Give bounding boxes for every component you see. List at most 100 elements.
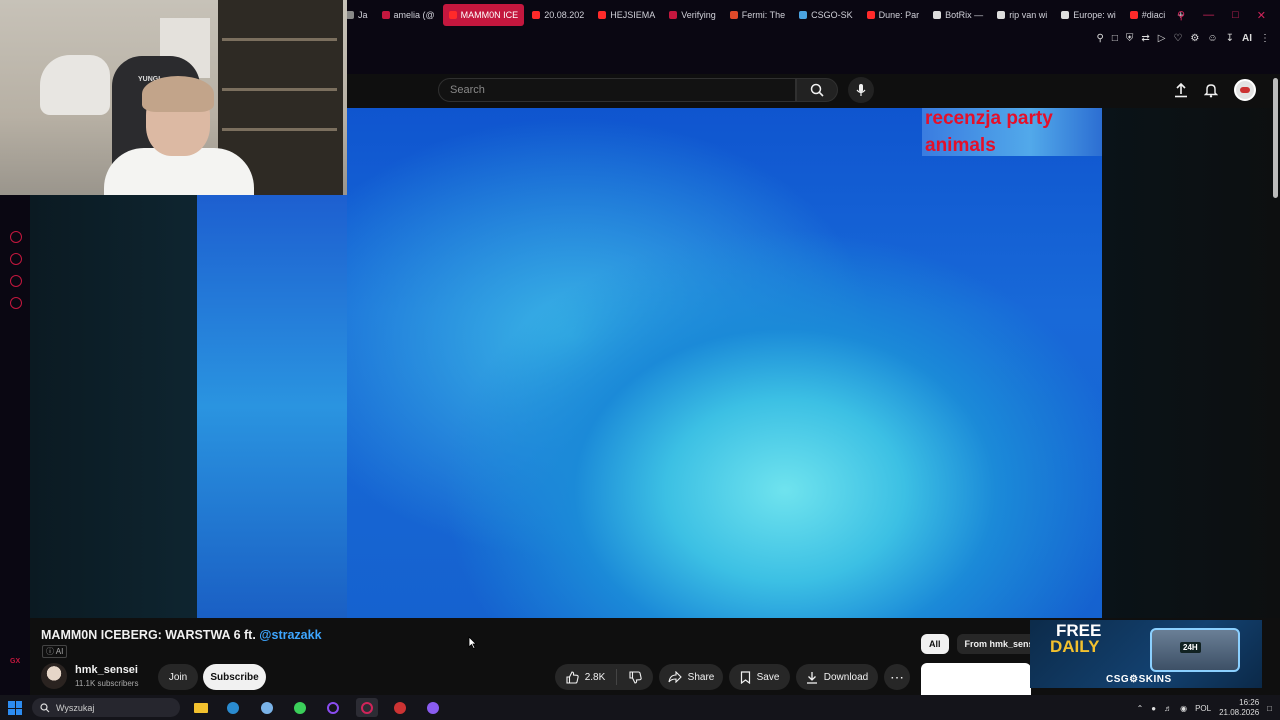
search-placeholder: Search — [450, 84, 485, 96]
volume-icon[interactable]: ♬ — [1164, 704, 1172, 713]
browser-tab[interactable]: BotRix — — [927, 4, 989, 26]
webcam-person-hair — [142, 76, 214, 112]
sidebar-clock-icon[interactable] — [10, 253, 22, 265]
system-tray: ⌃ ● ♬ ◉ POL 16:26 21.08.2026 □ — [1137, 698, 1272, 718]
sidebar-history-icon[interactable] — [10, 231, 22, 243]
browser-tab[interactable]: CSGO-SK — [793, 4, 859, 26]
bell-icon[interactable] — [1204, 82, 1218, 98]
app-violet-icon[interactable] — [422, 698, 444, 717]
tab-label: Ja — [358, 10, 368, 20]
heart-icon[interactable]: ♡ — [1173, 33, 1182, 44]
tray-chevron-icon[interactable]: ⌃ — [1137, 704, 1144, 713]
page-scrollbar[interactable] — [1273, 78, 1278, 198]
tab-favicon-icon — [729, 11, 738, 19]
recommended-thumbnail[interactable] — [921, 663, 1031, 695]
webcam-overlay: YUNGI — [0, 0, 347, 195]
share-button[interactable]: Share — [659, 664, 723, 690]
tab-label: Dune: Par — [878, 10, 920, 20]
account-avatar[interactable] — [1234, 79, 1256, 101]
download-icon — [806, 671, 817, 684]
browser-tab[interactable]: #diaci — [1124, 4, 1172, 26]
snapshot-icon[interactable]: □ — [1112, 33, 1118, 44]
ai-button[interactable]: AI — [1242, 33, 1252, 44]
taskbar-search[interactable]: Wyszukaj — [32, 698, 180, 717]
tab-favicon-icon — [346, 11, 354, 19]
browser-tab[interactable]: MAMM0N ICE — [442, 4, 525, 26]
overlay-line-1: recenzja party — [925, 108, 1053, 129]
windows-start-icon[interactable] — [8, 701, 22, 715]
shelf-board — [222, 128, 337, 131]
tab-label: rip van wi — [1009, 10, 1048, 20]
video-player[interactable] — [347, 108, 1102, 618]
profile-icon[interactable]: ☺ — [1207, 33, 1217, 44]
extensions-icon[interactable]: ⚙ — [1190, 33, 1199, 44]
menu-icon[interactable]: ⋮ — [1260, 33, 1270, 44]
search-button[interactable] — [796, 78, 838, 102]
join-button[interactable]: Join — [158, 664, 198, 690]
sidebar-messenger-icon[interactable] — [10, 275, 22, 287]
microphone-tray-icon[interactable]: ● — [1151, 704, 1156, 713]
download-icon[interactable]: ↧ — [1226, 33, 1234, 44]
shield-icon[interactable]: ⛨ — [1126, 33, 1134, 44]
more-actions-button[interactable]: ⋯ — [884, 664, 910, 690]
subscribe-button[interactable]: Subscribe — [203, 664, 266, 690]
tab-favicon-icon — [381, 11, 390, 19]
xbox-icon[interactable] — [289, 698, 311, 717]
clock[interactable]: 16:26 21.08.2026 — [1219, 698, 1259, 718]
channel-avatar[interactable] — [41, 663, 67, 689]
download-label: Download — [823, 671, 869, 683]
dislike-button[interactable] — [617, 670, 653, 684]
chip-all[interactable]: All — [921, 634, 949, 654]
steam-icon[interactable] — [222, 698, 244, 717]
browser-tab[interactable]: Verifying — [663, 4, 722, 26]
tab-favicon-icon — [669, 11, 678, 19]
notifications-icon[interactable]: □ — [1267, 704, 1272, 713]
channel-name[interactable]: hmk_sensei — [75, 664, 138, 676]
language-indicator[interactable]: POL — [1195, 704, 1211, 713]
mention-link[interactable]: @strazakk — [259, 628, 321, 642]
webcam-jacket — [40, 55, 110, 115]
translate-icon[interactable]: ⇄ — [1141, 33, 1149, 44]
close-icon[interactable]: ✕ — [1257, 9, 1266, 22]
tab-favicon-icon — [799, 11, 808, 19]
browser-tab[interactable]: Dune: Par — [861, 4, 926, 26]
app-purple-icon[interactable] — [322, 698, 344, 717]
browser-tab[interactable]: amelia (@ — [376, 4, 441, 26]
sidebar-settings-icon[interactable] — [10, 297, 22, 309]
bookmark-icon — [740, 670, 750, 684]
opera-gx-icon[interactable] — [356, 698, 378, 717]
browser-tab[interactable]: rip van wi — [991, 4, 1053, 26]
like-button[interactable]: 2.8K — [555, 669, 617, 685]
chip-all-label: All — [929, 639, 941, 649]
network-icon[interactable]: ◉ — [1180, 704, 1187, 713]
tab-label: HEJSIEMA — [610, 10, 656, 20]
download-button[interactable]: Download — [796, 664, 878, 690]
recommendation-chips: All From hmk_sense — [921, 634, 1047, 654]
video-title-text: MAMM0N ICEBERG: WARSTWA 6 ft. — [41, 628, 256, 642]
player-icon[interactable]: ▷ — [1158, 33, 1166, 44]
browser-tab[interactable]: 20.08.202 — [526, 4, 590, 26]
browser-tab[interactable]: HEJSIEMA — [592, 4, 661, 26]
file-explorer-icon[interactable] — [190, 698, 212, 717]
settings-icon[interactable] — [256, 698, 278, 717]
minimize-icon[interactable]: — — [1203, 9, 1214, 21]
app-red-icon[interactable] — [389, 698, 411, 717]
toolbar-icons: ⚲ □ ⛨ ⇄ ▷ ♡ ⚙ ☺ ↧ AI ⋮ — [1096, 30, 1270, 46]
tab-label: Verifying — [681, 10, 716, 20]
video-left-region — [197, 195, 347, 618]
search-tabs-icon[interactable]: ⚲ — [1177, 9, 1185, 22]
tab-favicon-icon — [532, 11, 541, 19]
mouse-cursor-icon — [468, 636, 477, 649]
browser-tab[interactable]: Fermi: The — [724, 4, 791, 26]
save-button[interactable]: Save — [729, 664, 790, 690]
maximize-icon[interactable]: □ — [1232, 9, 1239, 21]
overlay-line-2: animals — [925, 135, 996, 156]
voice-search-button[interactable] — [848, 77, 874, 103]
tab-favicon-icon — [448, 11, 457, 19]
browser-tab[interactable]: Europe: wi — [1055, 4, 1122, 26]
pin-icon[interactable]: ⚲ — [1096, 33, 1103, 44]
upload-icon[interactable] — [1174, 82, 1188, 98]
thumbs-up-icon — [566, 670, 579, 684]
save-label: Save — [756, 671, 780, 683]
search-input[interactable]: Search — [438, 78, 796, 102]
